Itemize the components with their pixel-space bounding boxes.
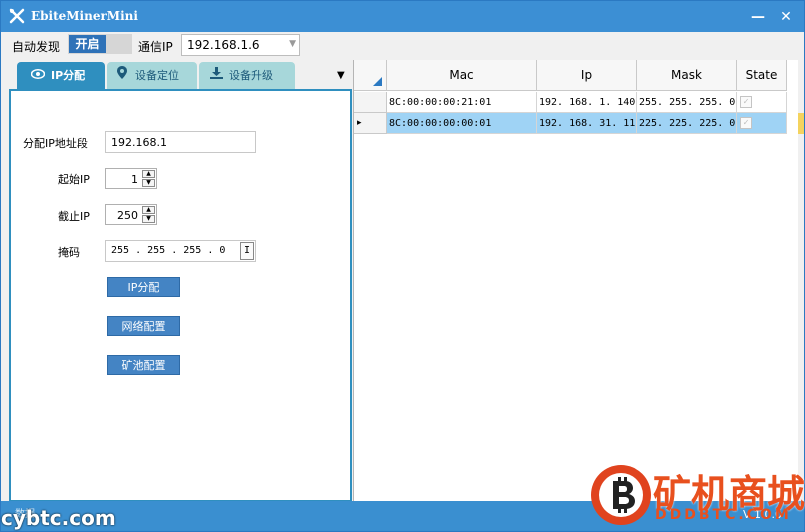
chevron-down-icon: ▼: [289, 39, 296, 49]
segment-input[interactable]: 192.168.1: [105, 131, 256, 153]
comm-ip-value: 192.168.1.6: [187, 38, 260, 52]
column-header-state[interactable]: State: [737, 60, 787, 91]
column-header-mac[interactable]: Mac: [387, 60, 537, 91]
bitcoin-logo-icon: [591, 465, 651, 525]
ip-assign-button[interactable]: IP分配: [107, 277, 180, 297]
location-icon: [115, 62, 129, 89]
start-ip-stepper[interactable]: 1 ▲ ▼: [105, 168, 157, 189]
watermark-left: cybtc.com: [1, 506, 116, 530]
comm-ip-label: 通信IP: [138, 40, 173, 54]
eye-icon: [30, 62, 46, 89]
mask-value: 255 . 255 . 255 . 0: [111, 245, 226, 256]
segment-label: 分配IP地址段: [23, 137, 88, 150]
decrement-icon[interactable]: ▼: [142, 179, 155, 187]
scrollbar-marker: [798, 113, 804, 134]
mask-input[interactable]: 255 . 255 . 255 . 0 I: [105, 240, 256, 262]
minimize-button[interactable]: —: [747, 6, 769, 28]
select-all-corner[interactable]: [354, 60, 387, 91]
tab-ip-assign[interactable]: IP分配: [17, 62, 105, 89]
state-checkbox[interactable]: ✓: [740, 117, 752, 129]
tools-icon: [9, 8, 25, 24]
cell-mask[interactable]: 255. 255. 255. 0: [637, 92, 737, 113]
close-button[interactable]: ✕: [775, 6, 797, 28]
grid-scrollbar[interactable]: [798, 60, 804, 501]
device-grid: Mac Ip Mask State 8C:00:00:00:21:01 192.…: [353, 60, 798, 501]
cell-ip[interactable]: 192. 168. 1. 140: [537, 92, 637, 113]
auto-discover-label: 自动发现: [12, 40, 61, 54]
start-ip-value: 1: [131, 173, 138, 186]
mask-label: 掩码: [58, 246, 80, 259]
table-row[interactable]: ▸ 8C:00:00:00:00:01 192. 168. 31. 112 22…: [354, 113, 799, 134]
end-ip-value: 250: [117, 209, 138, 222]
tab-device-upgrade[interactable]: 设备升级: [199, 62, 295, 89]
text-cursor-icon: I: [240, 242, 254, 260]
table-row[interactable]: 8C:00:00:00:21:01 192. 168. 1. 140 255. …: [354, 92, 799, 113]
end-ip-stepper[interactable]: 250 ▲ ▼: [105, 204, 157, 225]
tab-label: 设备定位: [135, 69, 179, 82]
cell-mask[interactable]: 225. 225. 225. 0: [637, 113, 737, 134]
auto-discover-toggle[interactable]: 开启: [68, 34, 132, 54]
decrement-icon[interactable]: ▼: [142, 215, 155, 223]
cell-mac[interactable]: 8C:00:00:00:21:01: [387, 92, 537, 113]
increment-icon[interactable]: ▲: [142, 170, 155, 178]
cell-state[interactable]: ✓: [737, 92, 787, 113]
column-header-ip[interactable]: Ip: [537, 60, 637, 91]
network-config-button[interactable]: 网络配置: [107, 316, 180, 336]
toggle-on-label: 开启: [69, 35, 106, 53]
row-header[interactable]: ▸: [354, 113, 387, 134]
cell-mac[interactable]: 8C:00:00:00:00:01: [387, 113, 537, 134]
toolbar: 自动发现 开启 通信IP 192.168.1.6 ▼: [1, 32, 804, 60]
row-header[interactable]: [354, 92, 387, 113]
watermark-domain: DDDBTC.COM: [655, 507, 792, 523]
tab-label: 设备升级: [229, 69, 273, 82]
start-ip-label: 起始IP: [58, 173, 90, 186]
tab-strip: IP分配 设备定位 设备升级: [17, 62, 351, 89]
tab-label: IP分配: [51, 69, 86, 82]
end-ip-label: 截止IP: [58, 210, 90, 223]
tab-menu-dropdown-icon[interactable]: ▼: [337, 70, 345, 81]
column-header-mask[interactable]: Mask: [637, 60, 737, 91]
increment-icon[interactable]: ▲: [142, 206, 155, 214]
state-checkbox[interactable]: ✓: [740, 96, 752, 108]
window-title: EbiteMinerMini: [31, 9, 138, 23]
watermark-logo: 矿机商城 DDDBTC.COM: [589, 463, 805, 530]
cell-ip[interactable]: 192. 168. 31. 112: [537, 113, 637, 134]
comm-ip-select[interactable]: 192.168.1.6 ▼: [181, 34, 300, 56]
app-window: EbiteMinerMini — ✕ 自动发现 开启 通信IP 192.168.…: [0, 0, 805, 532]
tab-device-locate[interactable]: 设备定位: [107, 62, 197, 89]
title-bar: EbiteMinerMini — ✕: [1, 1, 804, 32]
pool-config-button[interactable]: 矿池配置: [107, 355, 180, 375]
cell-state[interactable]: ✓: [737, 113, 787, 134]
download-icon: [209, 62, 223, 89]
